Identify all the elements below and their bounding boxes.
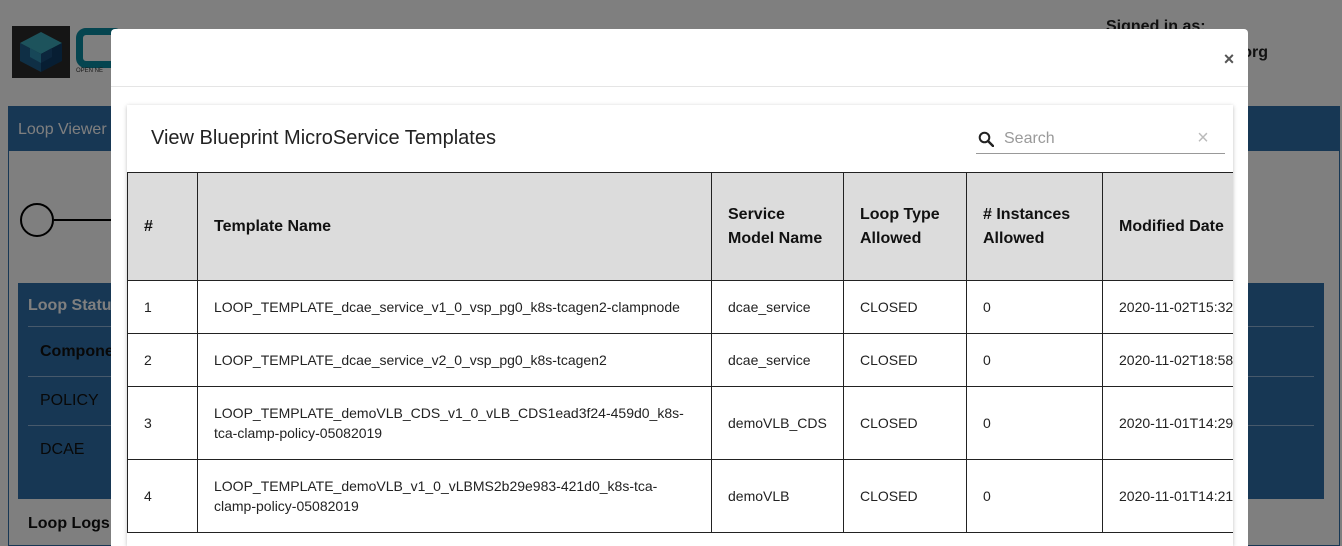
column-header-modified-date[interactable]: Modified Date bbox=[1102, 172, 1233, 281]
column-header-instances[interactable]: # Instances Allowed bbox=[966, 172, 1103, 281]
table-header-row: # Template Name Service Model Name Loop … bbox=[127, 172, 1233, 281]
cell-service-model: dcae_service bbox=[711, 333, 844, 387]
cell-number: 3 bbox=[127, 386, 198, 460]
cell-template-name: LOOP_TEMPLATE_dcae_service_v1_0_vsp_pg0_… bbox=[197, 280, 712, 334]
cell-service-model: demoVLB_CDS bbox=[711, 386, 844, 460]
modal-header: × bbox=[111, 29, 1248, 87]
table-row[interactable]: 3 LOOP_TEMPLATE_demoVLB_CDS_v1_0_vLB_CDS… bbox=[127, 386, 1233, 460]
column-header-template-name[interactable]: Template Name bbox=[197, 172, 712, 281]
templates-table: # Template Name Service Model Name Loop … bbox=[127, 172, 1233, 533]
cell-modified-date: 2020-11-01T14:21 bbox=[1102, 459, 1233, 533]
cell-number: 4 bbox=[127, 459, 198, 533]
column-header-number[interactable]: # bbox=[127, 172, 198, 281]
column-header-service-model[interactable]: Service Model Name bbox=[711, 172, 844, 281]
cell-modified-date: 2020-11-02T18:58 bbox=[1102, 333, 1233, 387]
cell-template-name: LOOP_TEMPLATE_dcae_service_v2_0_vsp_pg0_… bbox=[197, 333, 712, 387]
search-icon bbox=[978, 131, 994, 147]
table-row[interactable]: 1 LOOP_TEMPLATE_dcae_service_v1_0_vsp_pg… bbox=[127, 280, 1233, 334]
search-input[interactable] bbox=[1004, 127, 1184, 151]
clear-icon[interactable]: × bbox=[1194, 128, 1212, 148]
cell-number: 2 bbox=[127, 333, 198, 387]
cell-template-name: LOOP_TEMPLATE_demoVLB_v1_0_vLBMS2b29e983… bbox=[197, 459, 712, 533]
cell-loop-type: CLOSED bbox=[843, 459, 967, 533]
modal-title: View Blueprint MicroService Templates bbox=[151, 127, 496, 149]
cell-modified-date: 2020-11-02T15:32 bbox=[1102, 280, 1233, 334]
close-icon[interactable]: × bbox=[1221, 49, 1237, 69]
cell-instances: 0 bbox=[966, 280, 1103, 334]
cell-template-name: LOOP_TEMPLATE_demoVLB_CDS_v1_0_vLB_CDS1e… bbox=[197, 386, 712, 460]
table-row[interactable]: 4 LOOP_TEMPLATE_demoVLB_v1_0_vLBMS2b29e9… bbox=[127, 459, 1233, 533]
cell-instances: 0 bbox=[966, 333, 1103, 387]
cell-instances: 0 bbox=[966, 386, 1103, 460]
column-header-loop-type[interactable]: Loop Type Allowed bbox=[843, 172, 967, 281]
cell-loop-type: CLOSED bbox=[843, 386, 967, 460]
search-box: × bbox=[976, 125, 1225, 154]
cell-instances: 0 bbox=[966, 459, 1103, 533]
table-row[interactable]: 2 LOOP_TEMPLATE_dcae_service_v2_0_vsp_pg… bbox=[127, 333, 1233, 387]
templates-modal: × View Blueprint MicroService Templates … bbox=[111, 29, 1248, 546]
cell-modified-date: 2020-11-01T14:29 bbox=[1102, 386, 1233, 460]
cell-service-model: dcae_service bbox=[711, 280, 844, 334]
templates-card: View Blueprint MicroService Templates × … bbox=[127, 105, 1233, 546]
cell-loop-type: CLOSED bbox=[843, 280, 967, 334]
cell-service-model: demoVLB bbox=[711, 459, 844, 533]
cell-number: 1 bbox=[127, 280, 198, 334]
cell-loop-type: CLOSED bbox=[843, 333, 967, 387]
